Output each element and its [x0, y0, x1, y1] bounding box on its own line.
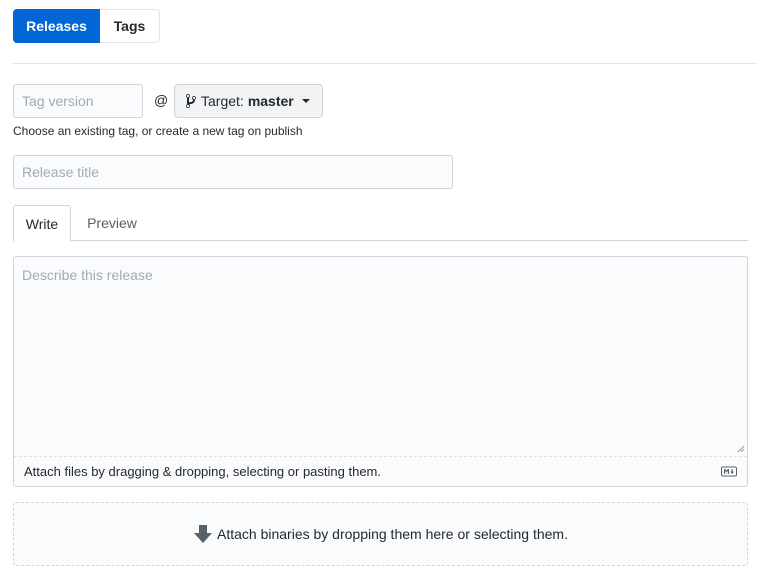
git-branch-icon	[186, 93, 196, 108]
release-description-editor: Attach files by dragging & dropping, sel…	[13, 256, 748, 487]
write-tab[interactable]: Write	[13, 205, 71, 242]
resize-grip-icon[interactable]	[737, 445, 745, 453]
header-divider	[13, 63, 757, 64]
release-description-textarea[interactable]	[14, 257, 747, 456]
binaries-dropzone[interactable]: Attach binaries by dropping them here or…	[13, 502, 748, 566]
dropzone-label: Attach binaries by dropping them here or…	[217, 526, 568, 542]
new-release-form: Releases Tags @ Target: master Choose an…	[0, 0, 757, 579]
editor-tabs: Write Preview	[13, 205, 748, 242]
releases-tab[interactable]: Releases	[13, 9, 100, 43]
target-branch-button[interactable]: Target: master	[174, 84, 323, 118]
target-label: Target:	[201, 93, 244, 109]
tag-version-input[interactable]	[13, 84, 143, 118]
at-symbol: @	[154, 92, 169, 108]
tags-tab[interactable]: Tags	[100, 9, 160, 43]
markdown-icon[interactable]	[721, 466, 737, 477]
preview-tab[interactable]: Preview	[73, 205, 151, 241]
releases-tags-subnav: Releases Tags	[13, 9, 160, 43]
tag-hint-text: Choose an existing tag, or create a new …	[13, 124, 303, 138]
attach-files-hint: Attach files by dragging & dropping, sel…	[24, 464, 381, 479]
release-title-input[interactable]	[13, 155, 453, 189]
caret-down-icon	[301, 99, 310, 103]
attach-files-bar[interactable]: Attach files by dragging & dropping, sel…	[14, 456, 747, 486]
target-branch-name: master	[247, 93, 294, 109]
arrow-down-icon	[194, 525, 212, 543]
